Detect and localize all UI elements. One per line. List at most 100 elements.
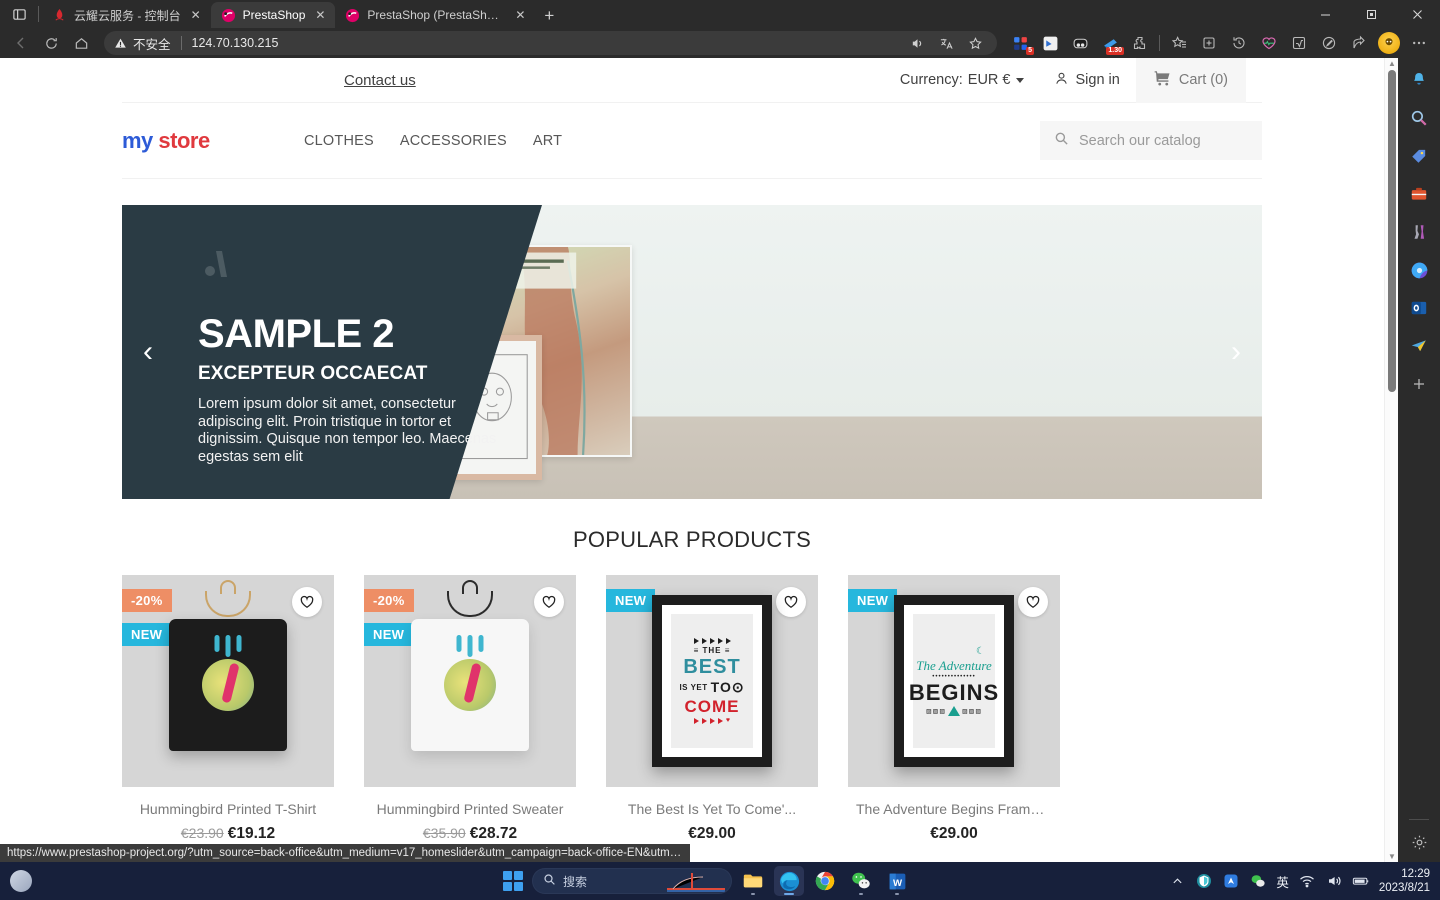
close-icon[interactable]: ✕ xyxy=(312,7,328,23)
taskbar-microsoft-word-icon[interactable]: W xyxy=(882,866,912,896)
wishlist-heart-icon[interactable] xyxy=(1018,587,1048,617)
product-name[interactable]: The Best Is Yet To Come'... xyxy=(614,801,810,817)
taskbar-wechat-icon[interactable] xyxy=(846,866,876,896)
product-current-price: €28.72 xyxy=(469,825,518,842)
tab-search-button[interactable] xyxy=(0,0,38,28)
security-shield-icon[interactable] xyxy=(1195,872,1213,890)
notifications-bell-icon[interactable] xyxy=(1407,68,1431,92)
show-hidden-icons-chevron[interactable] xyxy=(1168,872,1186,890)
product-name[interactable]: The Adventure Begins Framed... xyxy=(856,801,1052,817)
product-thumbnail[interactable]: -20% NEW xyxy=(364,575,576,787)
close-icon[interactable]: ✕ xyxy=(512,7,528,23)
nav-item-art[interactable]: ART xyxy=(533,133,562,149)
collections-icon[interactable] xyxy=(1194,30,1224,56)
taskbar-microsoft-edge-icon[interactable] xyxy=(774,866,804,896)
taskbar-clock[interactable]: 12:29 2023/8/21 xyxy=(1379,867,1430,896)
weather-icon xyxy=(10,870,32,892)
favorites-icon[interactable] xyxy=(1164,30,1194,56)
profile-avatar-icon[interactable] xyxy=(1378,32,1400,54)
nav-item-accessories[interactable]: ACCESSORIES xyxy=(400,133,507,149)
product-card[interactable]: -20% NEW xyxy=(364,575,576,855)
product-name[interactable]: Hummingbird Printed T-Shirt xyxy=(130,801,326,817)
product-card[interactable]: -20% NEW xyxy=(122,575,334,855)
extension-app-1-icon[interactable]: 5 xyxy=(1005,30,1035,56)
taskbar-weather-widget[interactable] xyxy=(0,870,500,892)
product-card[interactable]: NEW ≡ THE ≡ BEST IS YET TO⊙ COME ♥ The B… xyxy=(606,575,818,855)
currency-selector[interactable]: Currency: EUR € xyxy=(886,72,1038,88)
wishlist-heart-icon[interactable] xyxy=(292,587,322,617)
security-status-label: 不安全 xyxy=(133,37,171,52)
math-solver-icon[interactable] xyxy=(1284,30,1314,56)
maximize-button[interactable] xyxy=(1348,0,1394,28)
send-paper-plane-icon[interactable] xyxy=(1407,334,1431,358)
address-bar[interactable]: 不安全 124.70.130.215 xyxy=(104,31,997,55)
catalog-search-box[interactable]: Search our catalog xyxy=(1040,121,1262,160)
ime-language-icon[interactable]: 英 xyxy=(1276,872,1289,891)
battery-icon[interactable] xyxy=(1352,872,1370,890)
cart-button[interactable]: Cart (0) xyxy=(1135,58,1246,103)
wishlist-heart-icon[interactable] xyxy=(776,587,806,617)
carousel-prev-icon[interactable]: ‹ xyxy=(134,337,162,367)
close-window-button[interactable] xyxy=(1394,0,1440,28)
extension-puzzle-icon[interactable] xyxy=(1125,30,1155,56)
gear-icon[interactable] xyxy=(1407,830,1431,854)
read-aloud-icon[interactable] xyxy=(906,36,929,51)
shopping-tag-icon[interactable] xyxy=(1407,144,1431,168)
wishlist-heart-icon[interactable] xyxy=(534,587,564,617)
contact-us-link[interactable]: Contact us xyxy=(122,72,416,89)
new-tab-button[interactable]: + xyxy=(535,2,563,28)
page-scrollbar[interactable]: ▲ ▼ xyxy=(1384,58,1398,862)
shop-logo[interactable]: my store xyxy=(122,128,304,154)
history-icon[interactable] xyxy=(1224,30,1254,56)
extension-app-2-icon[interactable] xyxy=(1035,30,1065,56)
sidebar-bottom xyxy=(1407,819,1431,854)
product-thumbnail[interactable]: NEW ☾ The Adventure •••••••••••••• BEGIN… xyxy=(848,575,1060,787)
product-name[interactable]: Hummingbird Printed Sweater xyxy=(372,801,568,817)
favorite-star-icon[interactable] xyxy=(964,36,987,51)
product-thumbnail[interactable]: NEW ≡ THE ≡ BEST IS YET TO⊙ COME ♥ xyxy=(606,575,818,787)
taskbar-search-input[interactable]: 搜索 xyxy=(563,873,587,890)
home-icon[interactable] xyxy=(66,30,96,56)
copilot-icon[interactable] xyxy=(1407,258,1431,282)
minimize-button[interactable] xyxy=(1302,0,1348,28)
back-icon[interactable] xyxy=(6,30,36,56)
wechat-tray-icon[interactable] xyxy=(1249,872,1267,890)
carousel-next-icon[interactable]: › xyxy=(1222,337,1250,367)
volume-icon[interactable] xyxy=(1325,872,1343,890)
close-icon[interactable]: ✕ xyxy=(188,7,204,23)
nav-item-clothes[interactable]: CLOTHES xyxy=(304,133,374,149)
briefcase-icon[interactable] xyxy=(1407,182,1431,206)
performance-icon[interactable] xyxy=(1254,30,1284,56)
tab-divider xyxy=(38,6,39,22)
extension-app-3-icon[interactable] xyxy=(1065,30,1095,56)
settings-more-icon[interactable] xyxy=(1404,30,1434,56)
search-input[interactable]: Search our catalog xyxy=(1079,133,1201,149)
games-icon[interactable] xyxy=(1407,220,1431,244)
prestashop-page: Contact us Currency: EUR € Sign in Cart … xyxy=(0,58,1384,862)
browser-tab-1[interactable]: PrestaShop ✕ xyxy=(210,2,336,28)
shop-nav-bar: my store CLOTHES ACCESSORIES ART Search … xyxy=(122,103,1262,179)
product-card[interactable]: NEW ☾ The Adventure •••••••••••••• BEGIN… xyxy=(848,575,1060,855)
share-icon[interactable] xyxy=(1344,30,1374,56)
extension-app-4-icon[interactable]: 1.30 xyxy=(1095,30,1125,56)
wifi-icon[interactable] xyxy=(1298,872,1316,890)
reload-icon[interactable] xyxy=(36,30,66,56)
scrollbar-thumb[interactable] xyxy=(1388,70,1396,392)
screenshot-icon[interactable] xyxy=(1314,30,1344,56)
scroll-down-arrow-icon[interactable]: ▼ xyxy=(1388,852,1396,861)
taskbar-search-box[interactable]: 搜索 xyxy=(532,868,732,894)
search-icon[interactable] xyxy=(1407,106,1431,130)
translate-icon[interactable] xyxy=(935,36,958,51)
product-thumbnail[interactable]: -20% NEW xyxy=(122,575,334,787)
taskbar-file-explorer-icon[interactable] xyxy=(738,866,768,896)
scroll-up-arrow-icon[interactable]: ▲ xyxy=(1388,59,1396,68)
browser-tab-0[interactable]: 云耀云服务 - 控制台 ✕ xyxy=(42,2,211,28)
browser-tab-2[interactable]: PrestaShop (PrestaShop™) ✕ xyxy=(335,2,535,28)
start-button[interactable] xyxy=(500,868,526,894)
add-sidebar-icon[interactable] xyxy=(1407,372,1431,396)
clock-date: 2023/8/21 xyxy=(1378,882,1430,894)
outlook-icon[interactable] xyxy=(1407,296,1431,320)
blue-app-icon[interactable] xyxy=(1222,872,1240,890)
sign-in-link[interactable]: Sign in xyxy=(1038,71,1136,90)
taskbar-google-chrome-icon[interactable] xyxy=(810,866,840,896)
